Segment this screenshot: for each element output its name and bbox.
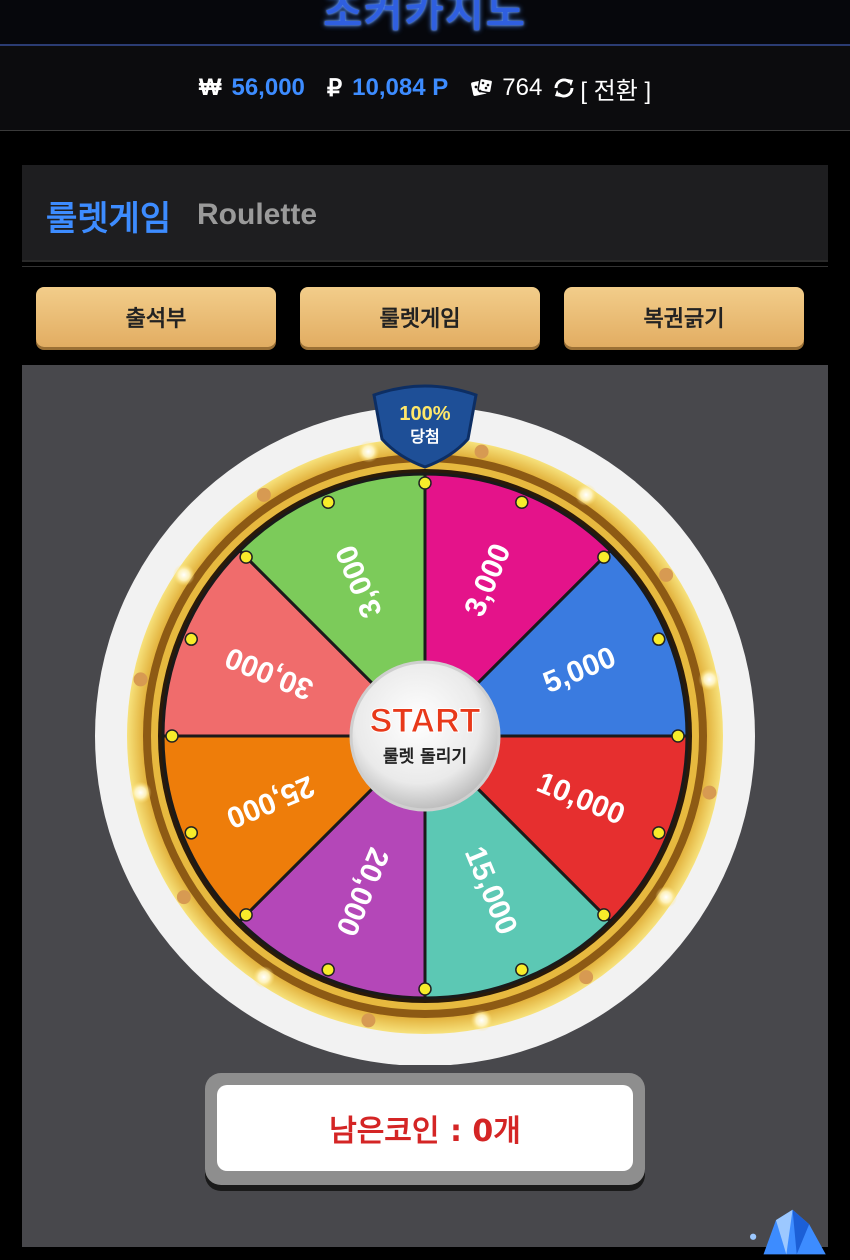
site-logo[interactable]: 조커카지노	[0, 0, 850, 39]
header-divider	[22, 266, 828, 267]
wheel-stud-light	[655, 886, 678, 909]
dice-icon	[471, 77, 494, 96]
wheel-stud-light	[702, 785, 717, 800]
wheel-rim-dot	[515, 962, 529, 977]
won-value: 56,000	[231, 74, 305, 101]
page-title: 룰렛게임	[46, 199, 172, 239]
wheel-stud-light	[361, 1013, 376, 1028]
badge-bottom-text: 당첨	[410, 427, 439, 446]
wheel-stud-light	[256, 487, 271, 502]
wheel-rim-dot	[597, 550, 611, 564]
remaining-coins-box: 남은코인 : 0개	[205, 1073, 645, 1185]
wheel-rim-dot	[321, 962, 335, 977]
page-header: 룰렛게임 Roulette	[22, 165, 828, 262]
wheel-rim-dot	[239, 908, 253, 922]
wheel-stud-light	[659, 567, 674, 582]
point-value: 10,084 P	[352, 74, 449, 101]
tab-roulette[interactable]: 룰렛게임	[300, 287, 540, 347]
start-label[interactable]: START	[369, 702, 481, 741]
won-balance: ₩ 56,000	[199, 74, 305, 102]
wheel-stud-light	[470, 1009, 493, 1032]
wheel-rim-dot	[651, 632, 666, 646]
refresh-icon[interactable]	[552, 76, 576, 100]
wheel-stud-light	[474, 444, 489, 459]
wheel-rim-dot	[184, 826, 199, 840]
badge-top-text: 100%	[399, 403, 450, 425]
wheel-stud-light	[133, 672, 148, 687]
wheel-rim-dot	[671, 729, 685, 743]
tab-lottery[interactable]: 복권긁기	[564, 287, 804, 347]
remaining-coins-text: 남은코인 : 0개	[217, 1085, 633, 1171]
point-icon: ₽	[326, 74, 343, 102]
convert-button[interactable]: [ 전환 ]	[580, 71, 651, 106]
roulette-stage: 3,000 5,000 10,000 15,000 20,000 25,000 30,000…	[22, 365, 828, 1255]
wheel-stud-light	[575, 483, 598, 506]
won-icon: ₩	[198, 74, 222, 101]
wheel-stud-light	[698, 668, 721, 691]
point-balance: ₽ 10,084 P	[327, 74, 448, 103]
roulette-wheel: 3,0005,00010,00015,00020,00025,00030,000…	[95, 384, 755, 1065]
start-button[interactable]: START 룰렛 돌리기	[349, 660, 501, 812]
wheel-rim-dot	[597, 908, 611, 922]
wheel-rim-dot	[515, 495, 529, 510]
tab-attendance[interactable]: 출석부	[36, 287, 276, 347]
wheel-rim-dot	[418, 476, 432, 490]
page-subtitle: Roulette	[197, 198, 317, 231]
dice-balance: 764 [ 전환 ]	[470, 71, 651, 106]
wheel-stud-light	[252, 966, 275, 989]
wheel-rim-dot	[165, 729, 179, 743]
wheel-stud-light	[579, 970, 594, 985]
wheel-stud-light	[357, 440, 380, 463]
wheel-rim-dot	[418, 982, 432, 996]
top-header: 조커카지노	[0, 0, 850, 46]
wheel-rim-dot	[184, 632, 199, 646]
wheel-rim-dot	[651, 826, 666, 840]
wheel-stud-light	[129, 781, 152, 804]
wheel-stud-light	[176, 890, 191, 905]
gem-icon	[750, 1209, 826, 1255]
dice-value: 764	[502, 74, 543, 101]
wheel-stud-light	[172, 563, 195, 586]
wheel-rim-dot	[239, 550, 253, 564]
balance-bar: ₩ 56,000 ₽ 10,084 P 764 [ 전환 ]	[0, 46, 850, 131]
wheel-rim-dot	[321, 495, 335, 510]
start-sublabel[interactable]: 룰렛 돌리기	[383, 747, 467, 767]
